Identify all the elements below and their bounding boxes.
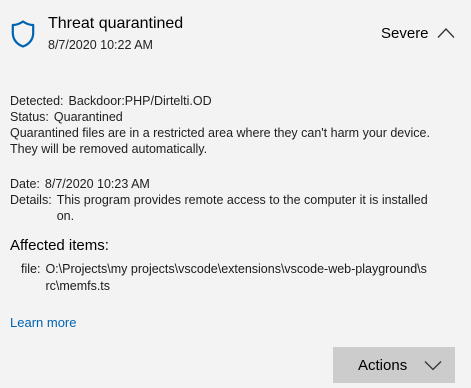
actions-button[interactable]: Actions — [333, 347, 455, 383]
file-label: file: — [21, 262, 41, 276]
description-line-1: Quarantined files are in a restricted ar… — [10, 126, 430, 140]
actions-label: Actions — [358, 356, 408, 374]
date-value: 8/7/2020 10:23 AM — [44, 177, 150, 191]
date-details: Date: 8/7/2020 10:23 AM Details: This pr… — [10, 176, 460, 224]
date-label: Date: — [10, 177, 40, 191]
severity-label: Severe — [381, 25, 429, 42]
description-line-2: They will be removed automatically. — [10, 142, 208, 156]
detected-row: Detected: Backdoor:PHP/Dirtelti.OD — [10, 93, 460, 109]
status-value: Quarantined — [53, 110, 123, 124]
threat-header[interactable]: Threat quarantined 8/7/2020 10:22 AM Sev… — [0, 0, 471, 70]
affected-items-heading: Affected items: — [10, 237, 109, 254]
status-label: Status: — [10, 110, 49, 124]
details-value: This program provides remote access to t… — [56, 193, 428, 223]
shield-icon — [11, 20, 35, 48]
chevron-down-icon — [424, 361, 442, 371]
status-row: Status: Quarantined — [10, 109, 460, 125]
chevron-up-icon[interactable] — [437, 27, 455, 39]
detected-label: Detected: — [10, 94, 64, 108]
threat-timestamp: 8/7/2020 10:22 AM — [48, 38, 153, 52]
file-path: O:\Projects\my projects\vscode\extension… — [45, 262, 427, 293]
details-row: Details: This program provides remote ac… — [10, 192, 460, 224]
detection-info: Detected: Backdoor:PHP/Dirtelti.OD Statu… — [10, 93, 460, 157]
details-label: Details: — [10, 193, 52, 207]
threat-title: Threat quarantined — [48, 15, 184, 32]
detected-value: Backdoor:PHP/Dirtelti.OD — [68, 94, 212, 108]
date-row: Date: 8/7/2020 10:23 AM — [10, 176, 460, 192]
affected-file-row: file: O:\Projects\my projects\vscode\ext… — [21, 261, 451, 295]
learn-more-link[interactable]: Learn more — [10, 315, 76, 330]
